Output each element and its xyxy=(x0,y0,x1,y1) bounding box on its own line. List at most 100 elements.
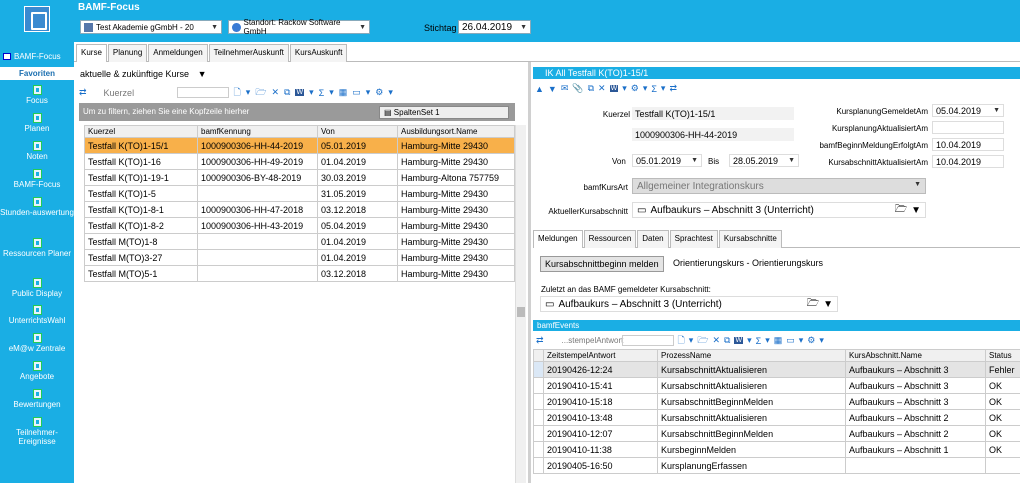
chevron-down-icon[interactable]: ▾ xyxy=(799,335,804,346)
table-row[interactable]: 20190405-16:50 KursplanungErfassen xyxy=(533,457,1020,474)
attachment-icon[interactable]: 📎 xyxy=(572,83,583,94)
table-row[interactable]: Testfall M(TO)3-27 01.04.2019 Hamburg-Mitt… xyxy=(84,249,515,266)
table-row[interactable]: Testfall K(TO)1-5 31.05.2019 Hamburg-Mitte… xyxy=(84,185,515,202)
sidebar-item-4[interactable]: BAMF-Focus xyxy=(0,169,74,189)
kursabschnitt-aktualisiert-field[interactable]: 10.04.2019 xyxy=(932,155,1004,168)
table-row[interactable]: 20190410-11:38 KursbeginnMelden Aufbaukurs… xyxy=(533,441,1020,458)
table-row[interactable]: 20190410-12:07 KursabschnittBeginnMelden A… xyxy=(533,425,1020,442)
table-row[interactable]: Testfall K(TO)1-19-1 1000900306-BY-48-201… xyxy=(84,169,515,186)
column-header[interactable]: bamfKennung xyxy=(197,125,318,138)
grid-view-icon[interactable]: ▦ xyxy=(774,335,783,346)
sidebar-item-6[interactable]: Ressourcen Planer xyxy=(0,238,74,258)
sidebar-item-3[interactable]: Noten xyxy=(0,141,74,161)
vertical-scrollbar[interactable] xyxy=(515,125,526,483)
row-selector[interactable] xyxy=(533,441,544,458)
kursplanung-gemeldet-field[interactable]: 05.04.2019 ▼ xyxy=(932,104,1004,117)
copy-icon[interactable]: ⧉ xyxy=(284,87,290,98)
events-search-input[interactable] xyxy=(621,335,674,346)
refresh-icon[interactable]: ⇄ xyxy=(79,87,87,98)
chevron-down-icon[interactable]: ▾ xyxy=(747,335,752,346)
open-folder-icon[interactable]: 🗁 xyxy=(697,333,708,349)
kursabschnittbeginn-melden-button[interactable]: Kursabschnittbeginn melden xyxy=(540,256,664,272)
tab-2[interactable]: Planung xyxy=(107,44,148,62)
copy-icon[interactable]: ⧉ xyxy=(588,83,594,94)
subtab-1[interactable]: Meldungen xyxy=(533,230,583,248)
sidebar-item-2[interactable]: Planen xyxy=(0,113,74,133)
settings-icon[interactable]: ⚙ xyxy=(807,335,815,346)
sidebar-item-1[interactable]: Focus xyxy=(0,85,74,105)
sidebar-item-5[interactable]: Stunden-auswertung xyxy=(0,197,74,217)
tab-1[interactable]: Kurse xyxy=(76,44,107,62)
column-header[interactable]: Status xyxy=(985,349,1020,362)
tab-5[interactable]: KursAuskunft xyxy=(289,44,348,62)
chevron-down-icon[interactable]: ▾ xyxy=(622,83,627,94)
new-document-icon[interactable]: 🗋 xyxy=(678,333,685,349)
search-input[interactable] xyxy=(176,87,229,98)
copy-icon[interactable]: ⧉ xyxy=(724,335,730,346)
sidebar-item-8[interactable]: UnterrichtsWahl xyxy=(0,305,74,325)
chevron-down-icon[interactable]: ▾ xyxy=(246,87,251,98)
delete-icon[interactable]: ✕ xyxy=(713,335,721,346)
open-folder-icon[interactable]: 🗁 xyxy=(895,202,907,219)
spaltenset-dropdown[interactable]: ▤ SpaltenSet 1 xyxy=(379,106,509,119)
column-header[interactable]: ZeitstempelAntwort xyxy=(543,349,658,362)
new-document-icon[interactable]: 🗋 xyxy=(234,85,241,101)
refresh-icon[interactable]: ⇄ xyxy=(536,335,544,346)
layout-icon[interactable]: ▭ xyxy=(352,87,361,98)
word-export-icon[interactable]: W xyxy=(609,85,619,92)
grid-view-icon[interactable]: ▦ xyxy=(339,87,348,98)
layout-icon[interactable]: ▭ xyxy=(786,335,795,346)
open-folder-icon[interactable]: 🗁 xyxy=(255,85,266,101)
sidebar-item-12[interactable]: Teilnehmer-Ereignisse xyxy=(0,417,74,446)
subtab-2[interactable]: Ressourcen xyxy=(583,230,637,248)
chevron-down-icon[interactable]: ▾ xyxy=(661,83,666,94)
arrow-down-icon[interactable]: ▼ xyxy=(548,84,557,94)
settings-icon[interactable]: ⚙ xyxy=(631,83,639,94)
chevron-down-icon[interactable]: ▾ xyxy=(689,335,694,346)
open-folder-icon[interactable]: 🗁 xyxy=(807,296,819,313)
sidebar-item-10[interactable]: Angebote xyxy=(0,361,74,381)
kursart-dropdown[interactable]: Allgemeiner Integrationskurs ▼ xyxy=(632,178,926,194)
delete-icon[interactable]: ✕ xyxy=(598,83,606,94)
sidebar-item-9[interactable]: eM@w Zentrale xyxy=(0,333,74,353)
kursplanung-aktualisiert-field[interactable] xyxy=(932,121,1004,134)
sum-icon[interactable]: Σ xyxy=(319,88,325,98)
table-row[interactable]: Testfall K(TO)1-15/1 1000900306-HH-44-201… xyxy=(84,137,515,154)
chevron-down-icon[interactable]: ▾ xyxy=(329,87,334,98)
von-date-field[interactable]: 05.01.2019 ▼ xyxy=(632,154,702,167)
row-selector[interactable] xyxy=(533,377,544,394)
column-header[interactable]: Von xyxy=(317,125,398,138)
table-row[interactable]: Testfall K(TO)1-16 1000900306-HH-49-2019 0… xyxy=(84,153,515,170)
stichtag-date-picker[interactable]: 26.04.2019 ▼ xyxy=(458,20,531,34)
row-selector[interactable] xyxy=(533,361,544,378)
panel-splitter[interactable] xyxy=(528,62,531,483)
chevron-down-icon[interactable]: ▾ xyxy=(309,87,314,98)
tab-4[interactable]: TeilnehmerAuskunft xyxy=(208,44,289,62)
sidebar-item-7[interactable]: Public Display xyxy=(0,278,74,298)
row-selector[interactable] xyxy=(533,425,544,442)
sum-icon[interactable]: Σ xyxy=(651,84,657,94)
table-row[interactable]: Testfall K(TO)1-8-2 1000900306-HH-43-2019… xyxy=(84,217,515,234)
bamf-beginn-meldung-field[interactable]: 10.04.2019 xyxy=(932,138,1004,151)
table-row[interactable]: 20190410-13:48 KursabschnittAktualisieren… xyxy=(533,409,1020,426)
sidebar-item-11[interactable]: Bewertungen xyxy=(0,389,74,409)
table-row[interactable]: Testfall K(TO)1-8-1 1000900306-HH-47-2018… xyxy=(84,201,515,218)
sidebar-favorites[interactable]: Favoriten xyxy=(0,67,74,80)
subtab-3[interactable]: Daten xyxy=(637,230,669,248)
chevron-down-icon[interactable]: ▾ xyxy=(765,335,770,346)
table-row[interactable]: Testfall M(TO)5-1 03.12.2018 Hamburg-Mitte… xyxy=(84,265,515,282)
row-selector[interactable] xyxy=(533,457,544,474)
kuerzel-field[interactable]: Testfall K(TO)1-15/1 xyxy=(632,107,794,120)
column-header[interactable]: KursAbschnitt.Name xyxy=(845,349,986,362)
sum-icon[interactable]: Σ xyxy=(756,336,762,346)
course-filter-dropdown[interactable]: aktuelle & zukünftige Kurse ▼ xyxy=(80,69,207,79)
column-header[interactable]: Kuerzel xyxy=(84,125,198,138)
chevron-down-icon[interactable]: ▾ xyxy=(643,83,648,94)
table-row[interactable]: 20190410-15:41 KursabschnittAktualisieren… xyxy=(533,377,1020,394)
bis-date-field[interactable]: 28.05.2019 ▼ xyxy=(729,154,799,167)
table-row[interactable]: Testfall M(TO)1-8 01.04.2019 Hamburg-Mitte… xyxy=(84,233,515,250)
table-row[interactable]: 20190410-15:18 KursabschnittBeginnMelden A… xyxy=(533,393,1020,410)
row-selector[interactable] xyxy=(533,409,544,426)
chevron-down-icon[interactable]: ▾ xyxy=(388,87,393,98)
aktueller-abschnitt-dropdown[interactable]: ▭ Aufbaukurs – Abschnitt 3 (Unterricht) 🗁 ▼ xyxy=(632,202,926,218)
